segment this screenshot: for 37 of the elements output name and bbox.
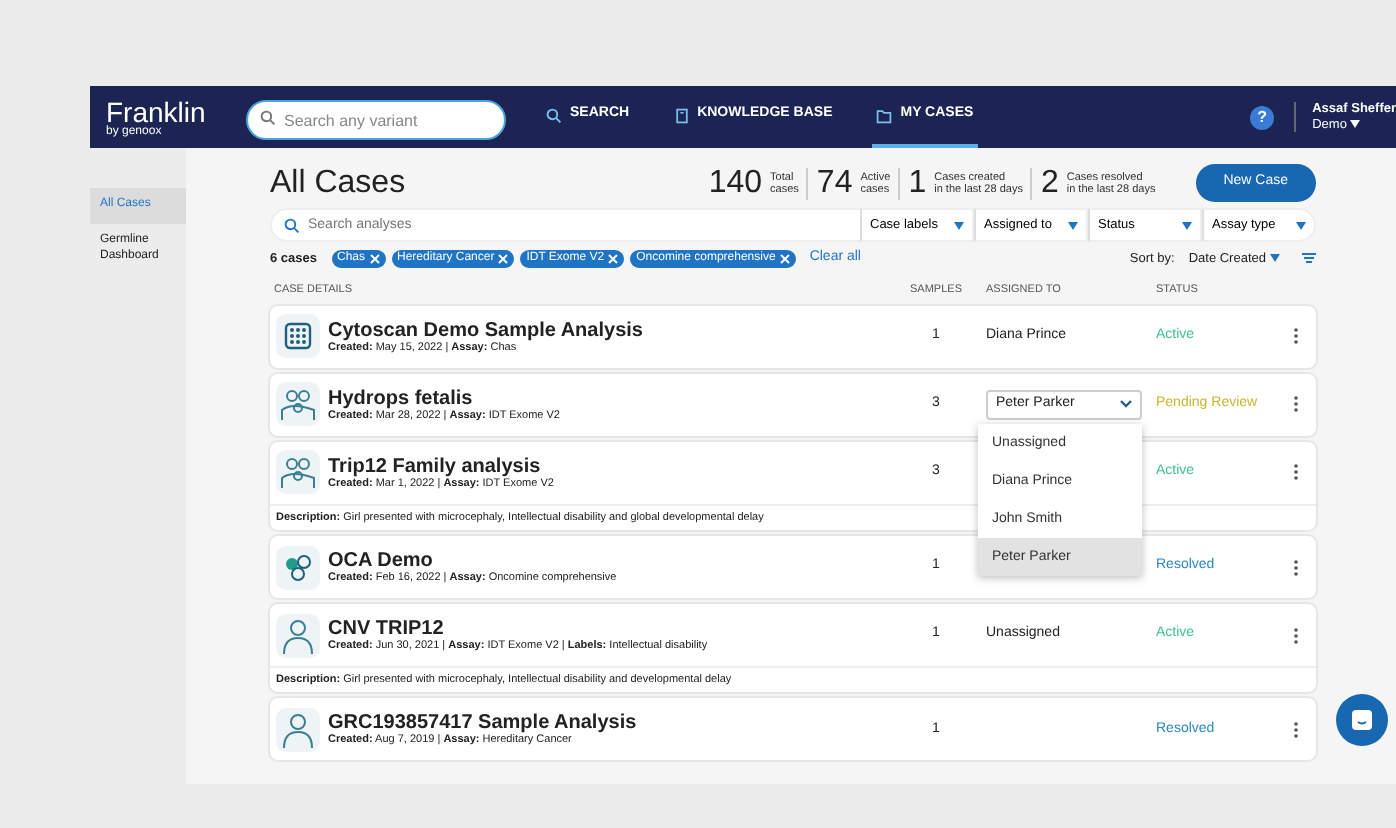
stat-value: 140 [708,167,763,200]
search-icon [546,107,562,123]
close-icon[interactable] [498,253,509,264]
help-button[interactable]: ? [1250,105,1275,129]
folder-icon [876,107,893,123]
case-title: GRC193857417 Sample Analysis [328,712,637,735]
caret-icon [1350,120,1361,129]
case-title: Hydrops fetalis [328,387,475,410]
case-card[interactable] [270,604,1316,693]
person-icon [276,613,320,658]
chevron-icon [1120,400,1132,409]
stat-value: 74 [816,167,853,200]
family-icon [276,382,320,427]
caret-icon [954,221,964,230]
case-title: Cytoscan Demo Sample Analysis [328,319,643,342]
logo-text: Franklin [106,97,208,125]
caret-icon [1296,221,1306,230]
close-icon[interactable] [608,253,619,264]
family-icon [276,450,320,495]
close-icon[interactable] [779,253,790,264]
sort-icon[interactable] [1302,252,1316,265]
page-title: All Cases [270,164,406,203]
case-title: Trip12 Family analysis [328,455,543,478]
caret-icon [1068,221,1078,230]
chat-icon [1350,708,1374,732]
close-icon[interactable] [369,253,380,264]
chip-icon [276,314,320,359]
stat-value: 2 [1040,167,1059,200]
case-title: OCA Demo [328,549,435,572]
case-title: CNV TRIP12 [328,617,446,640]
caret-icon [1270,254,1280,263]
stat-value: 1 [908,167,927,200]
cells-icon [276,545,320,590]
book-icon [673,107,690,123]
caret-icon [1182,221,1192,230]
variant-search-field[interactable]: Search any variant [246,100,506,140]
person-icon [276,707,320,752]
